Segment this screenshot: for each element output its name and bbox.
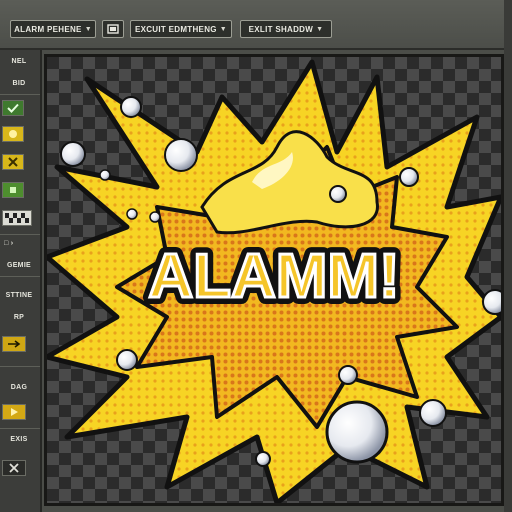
layers-button[interactable] [102, 20, 124, 38]
checker-icon [5, 213, 29, 223]
divider [0, 366, 40, 367]
chevron-down-icon: ▼ [316, 25, 324, 33]
bubble [99, 169, 111, 181]
check-icon [7, 103, 19, 113]
transparency-tool-button[interactable] [2, 210, 32, 226]
artwork-svg: ALAMM! ALAMM! [47, 57, 501, 503]
bubble [325, 400, 389, 464]
section-label: EXIS [10, 436, 28, 443]
bubble [60, 141, 86, 167]
divider [0, 94, 40, 95]
shadow-dropdown[interactable]: EXLIT SHADDW ▼ [240, 20, 332, 38]
toolbox-subtitle: BID [12, 80, 26, 87]
artwork-canvas[interactable]: ALAMM! ALAMM! [44, 54, 504, 506]
bubble [120, 96, 142, 118]
divider [0, 276, 40, 277]
effect-label: EXCUIT EDMTHENG [134, 24, 217, 34]
check-tool-button[interactable] [2, 100, 24, 116]
preset-dropdown[interactable]: ALARM PEHENE ▼ [10, 20, 96, 38]
section-label: DAG [10, 384, 28, 391]
divider [0, 428, 40, 429]
preset-label: ALARM PEHENE [14, 24, 82, 34]
plus-icon [10, 187, 16, 193]
shadow-label: EXLIT SHADDW [248, 24, 314, 34]
layers-icon [107, 24, 119, 34]
bubble [116, 349, 138, 371]
window-edge [504, 0, 512, 512]
divider [0, 234, 40, 235]
circle-icon [9, 130, 17, 138]
chevron-down-icon: ▼ [84, 25, 92, 33]
sparkle-tool-button[interactable] [2, 154, 24, 170]
bubble [419, 399, 447, 427]
play-button[interactable] [2, 404, 26, 420]
title-fill: ALAMM! [148, 242, 399, 311]
bubble [399, 167, 419, 187]
chevron-down-icon: ▼ [219, 25, 228, 33]
left-toolbox: NEL BID □ › GEMIE STTINE RP DAG EXIS [0, 50, 42, 512]
bubble [482, 289, 501, 315]
toolbox-title: NEL [11, 58, 27, 65]
arrow-tool-button[interactable] [2, 336, 26, 352]
sparkle-icon [8, 157, 18, 167]
close-button[interactable] [2, 460, 26, 476]
bubble [126, 208, 138, 220]
arrow-right-icon [8, 340, 21, 348]
artwork-title: ALAMM! ALAMM! [141, 235, 406, 318]
play-icon [11, 408, 18, 416]
bubble [149, 211, 161, 223]
small-square-icon: □ › [4, 240, 14, 247]
section-label: GEMIE [6, 262, 32, 269]
close-icon [9, 463, 19, 473]
plus-tool-button[interactable] [2, 182, 24, 198]
circle-tool-button[interactable] [2, 126, 24, 142]
bubble [255, 451, 271, 467]
effect-dropdown[interactable]: EXCUIT EDMTHENG ▼ [130, 20, 232, 38]
bubble [329, 185, 347, 203]
section-sublabel: RP [13, 314, 25, 321]
section-label: STTINE [5, 292, 33, 299]
bubble [164, 138, 198, 172]
bubble [338, 365, 358, 385]
top-toolbar: ALARM PEHENE ▼ EXCUIT EDMTHENG ▼ EXLIT S… [0, 0, 512, 50]
